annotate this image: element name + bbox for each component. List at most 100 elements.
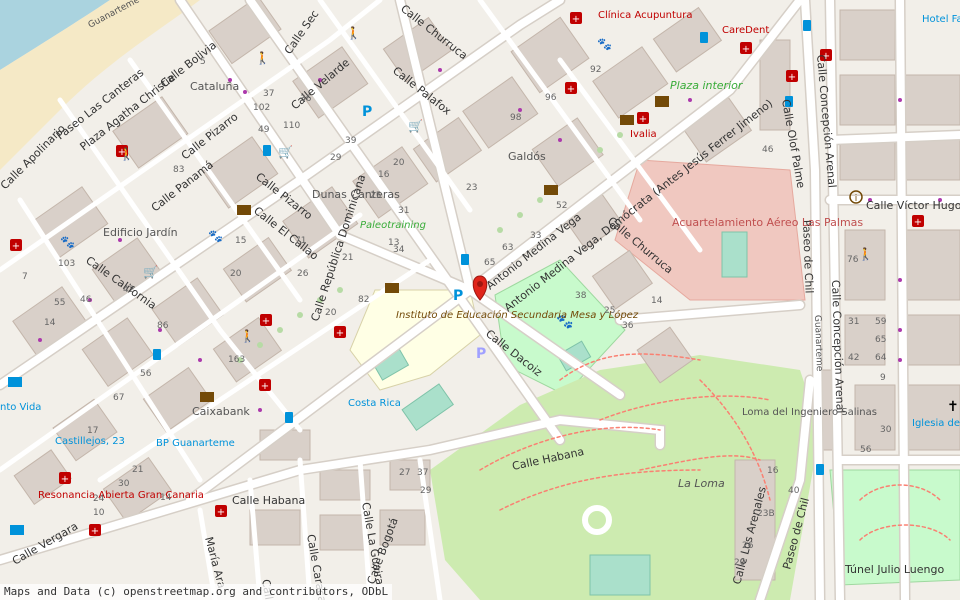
house-number: 82 bbox=[358, 295, 369, 305]
poi-label: Costa Rica bbox=[348, 398, 401, 409]
place-label: Caixabank bbox=[192, 405, 250, 418]
house-number: 14 bbox=[44, 318, 56, 328]
house-number: 42 bbox=[848, 353, 859, 363]
pharmacy-icon: + bbox=[786, 70, 798, 83]
pharmacy-icon: + bbox=[334, 326, 346, 339]
house-number: 37 bbox=[263, 89, 274, 99]
house-number: 16 bbox=[378, 170, 390, 180]
pharmacy-icon: + bbox=[59, 472, 71, 485]
svg-text:+: + bbox=[61, 474, 69, 485]
house-number: 63 bbox=[502, 243, 513, 253]
svg-text:🚶: 🚶 bbox=[119, 147, 134, 161]
bank-icon bbox=[385, 283, 399, 293]
house-number: 20 bbox=[734, 558, 746, 568]
svg-text:P: P bbox=[476, 346, 486, 362]
house-number: 10 bbox=[93, 508, 105, 518]
street-label: Paseo de Chil bbox=[800, 220, 816, 294]
shopping-cart-icon: 🛒 bbox=[408, 119, 423, 133]
svg-text:i: i bbox=[855, 194, 858, 204]
house-number: 26 bbox=[297, 269, 309, 279]
pedestrian-icon: 🚶 bbox=[240, 329, 255, 343]
place-label: Dunas Canteras bbox=[312, 188, 400, 201]
bank-icon bbox=[544, 185, 558, 195]
place-label: Galdós bbox=[508, 150, 546, 163]
svg-text:+: + bbox=[742, 44, 750, 55]
poi-label: Paleotraining bbox=[360, 220, 426, 231]
house-number: 96 bbox=[545, 93, 557, 103]
paw-icon: 🐾 bbox=[597, 37, 612, 51]
hotel-icon bbox=[10, 525, 24, 535]
svg-text:+: + bbox=[639, 114, 647, 125]
roundabout bbox=[582, 505, 612, 535]
bus-stop-icon bbox=[700, 32, 708, 43]
svg-text:+: + bbox=[217, 507, 225, 518]
house-number: 20 bbox=[393, 158, 405, 168]
bank-icon bbox=[620, 115, 634, 125]
house-number: 23B bbox=[757, 509, 775, 519]
house-number: 14 bbox=[651, 296, 663, 306]
house-number: 46 bbox=[80, 295, 92, 305]
svg-text:+: + bbox=[336, 328, 344, 339]
pedestrian-icon: 🚶 bbox=[858, 247, 873, 261]
house-number: 31 bbox=[398, 206, 409, 216]
house-number: 110 bbox=[283, 121, 300, 131]
house-number: 39 bbox=[345, 136, 357, 146]
pharmacy-icon: + bbox=[260, 314, 272, 327]
map-attribution[interactable]: Maps and Data (c) openstreetmap.org and … bbox=[0, 584, 393, 600]
street-label: Calle Víctor Hugo bbox=[866, 199, 960, 212]
house-number: 31 bbox=[848, 317, 859, 327]
house-number: 16 bbox=[767, 466, 779, 476]
poi-label: Hotel Fa bbox=[922, 14, 960, 25]
house-number: 14 bbox=[160, 493, 172, 503]
svg-text:+: + bbox=[567, 84, 575, 95]
house-number: 64 bbox=[875, 353, 887, 363]
house-number: 21 bbox=[132, 465, 143, 475]
house-number: 27 bbox=[399, 468, 410, 478]
pharmacy-icon: + bbox=[259, 379, 271, 392]
svg-text:🛒: 🛒 bbox=[278, 145, 293, 159]
bank-icon bbox=[200, 392, 214, 402]
svg-text:🚶: 🚶 bbox=[240, 329, 255, 343]
house-number: 56 bbox=[860, 445, 872, 455]
poi-label: nto Vida bbox=[0, 402, 41, 413]
house-number: 83 bbox=[173, 165, 184, 175]
house-number: 30 bbox=[118, 479, 130, 489]
bus-stop-icon bbox=[816, 464, 824, 475]
house-number: 56 bbox=[140, 369, 152, 379]
cinema-icon bbox=[655, 96, 669, 107]
house-number: 76 bbox=[847, 255, 859, 265]
pitch-4 bbox=[589, 554, 651, 596]
parking-icon: P bbox=[476, 346, 486, 362]
street-label: Túnel Julio Luengo bbox=[844, 563, 944, 576]
house-number: 65 bbox=[875, 335, 886, 345]
pedestrian-icon: 🚶 bbox=[255, 51, 270, 65]
map-canvas[interactable]: + + + + + + + + + + + + + + + P P P 🛒 🛒 … bbox=[0, 0, 960, 600]
svg-text:P: P bbox=[453, 288, 463, 304]
house-number: 103 bbox=[58, 259, 75, 269]
pitch-5 bbox=[721, 231, 748, 278]
poi-label: Resonancia Abierta Gran Canaria bbox=[38, 490, 204, 501]
svg-text:P: P bbox=[362, 104, 372, 120]
bus-stop-icon bbox=[461, 254, 469, 265]
house-number: 52 bbox=[556, 201, 567, 211]
house-number: 29 bbox=[420, 486, 432, 496]
house-number: 71 bbox=[295, 236, 306, 246]
svg-text:+: + bbox=[262, 316, 270, 327]
shopping-cart-icon: 🛒 bbox=[278, 145, 293, 159]
house-number: 29 bbox=[330, 153, 342, 163]
house-number: 9 bbox=[880, 373, 886, 383]
house-number: 38 bbox=[575, 291, 587, 301]
pharmacy-icon: + bbox=[215, 505, 227, 518]
house-number: 25 bbox=[370, 191, 381, 201]
house-number: 33 bbox=[530, 231, 541, 241]
svg-text:+: + bbox=[788, 72, 796, 83]
poi-label: Ivalia bbox=[630, 129, 657, 140]
house-number: 49 bbox=[258, 125, 270, 135]
house-number: 46 bbox=[762, 145, 774, 155]
svg-text:+: + bbox=[914, 217, 922, 228]
house-number: 102 bbox=[253, 103, 270, 113]
house-number: 15 bbox=[235, 236, 246, 246]
svg-text:🐾: 🐾 bbox=[597, 37, 612, 51]
house-number: 30 bbox=[880, 425, 892, 435]
place-label: Loma del Ingeniero Salinas bbox=[742, 407, 877, 418]
